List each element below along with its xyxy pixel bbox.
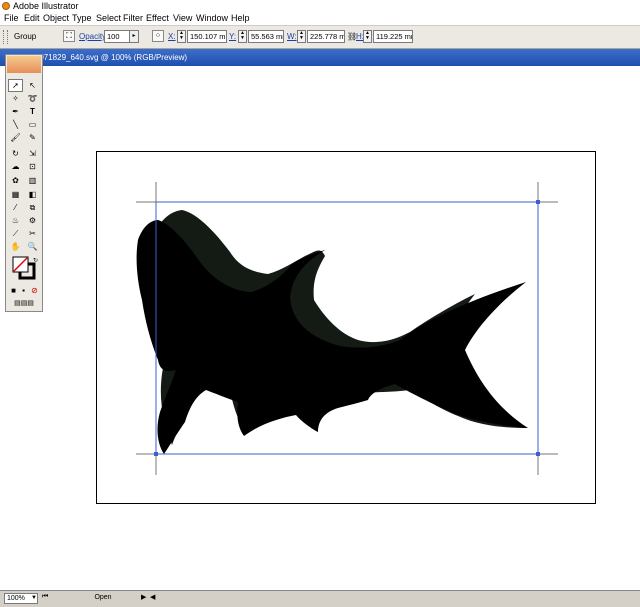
y-stepper[interactable]: ▲ ▼: [238, 30, 247, 43]
document-title: te-971829_640.svg @ 100% (RGB/Preview): [30, 53, 188, 62]
artwork-layer: [136, 182, 558, 475]
gradient-tool-icon[interactable]: ◧: [26, 189, 39, 200]
selection-handle-top-right[interactable]: [536, 200, 540, 204]
ai-logo-icon: [2, 2, 10, 10]
canvas[interactable]: [0, 66, 640, 590]
free-transform-icon[interactable]: ⊡: [26, 161, 39, 172]
menu-select[interactable]: Select: [96, 13, 121, 23]
page-nav-icon[interactable]: ⏮: [42, 593, 48, 601]
menu-help[interactable]: Help: [231, 13, 250, 23]
y-field[interactable]: 55.563 mm: [248, 30, 284, 43]
h-stepper[interactable]: ▲ ▼: [363, 30, 372, 43]
graph-tool-icon[interactable]: ▥: [26, 175, 39, 186]
eyedropper-icon[interactable]: ⁄: [9, 202, 22, 213]
opacity-field[interactable]: 100: [104, 30, 130, 43]
y-label[interactable]: Y:: [229, 32, 236, 41]
menu-type[interactable]: Type: [72, 13, 92, 23]
hand-tool-icon[interactable]: ✋: [9, 241, 22, 252]
menu-effect[interactable]: Effect: [146, 13, 169, 23]
ai-logo-icon: [7, 56, 41, 73]
opacity-dropdown[interactable]: ▸: [130, 30, 139, 43]
x-stepper[interactable]: ▲ ▼: [177, 30, 186, 43]
selection-handle-bottom-right[interactable]: [536, 452, 540, 456]
swap-fill-stroke-icon[interactable]: ↻: [33, 257, 38, 264]
menu-edit[interactable]: Edit: [24, 13, 40, 23]
fill-stroke-swatches: ↻: [12, 256, 38, 280]
scale-tool-icon[interactable]: ⇲: [26, 148, 39, 159]
gradient-mode-icon[interactable]: ▪: [19, 285, 28, 296]
type-tool-icon[interactable]: T: [26, 106, 39, 117]
blend-tool-icon[interactable]: ⧉: [26, 202, 39, 213]
reference-point-icon[interactable]: ⁘: [152, 30, 164, 42]
w-stepper[interactable]: ▲ ▼: [297, 30, 306, 43]
x-label[interactable]: X:: [168, 32, 176, 41]
status-bar: 100% ▼ ⏮ Open ▶ ◀: [0, 590, 640, 607]
color-mode-icon[interactable]: ■: [9, 285, 18, 296]
screen-mode-icon[interactable]: ▤▤▤: [9, 298, 39, 309]
menu-window[interactable]: Window: [196, 13, 228, 23]
status-text: Open: [94, 594, 112, 601]
selection-type-label: Group: [14, 32, 37, 41]
zoom-tool-icon[interactable]: 🔍: [26, 241, 39, 252]
pencil-icon[interactable]: ✎: [26, 132, 39, 143]
menu-view[interactable]: View: [173, 13, 192, 23]
magic-wand-icon[interactable]: ✧: [9, 93, 22, 104]
menu-file[interactable]: File: [4, 13, 19, 23]
slice-tool-icon[interactable]: ⟋: [9, 228, 22, 239]
selection-handle-bottom-left[interactable]: [154, 452, 158, 456]
none-mode-icon[interactable]: ⊘: [30, 285, 39, 296]
h-field[interactable]: 119.225 mm: [373, 30, 413, 43]
direct-selection-tool-icon[interactable]: ↖: [26, 80, 39, 91]
selection-tool-icon[interactable]: ➚: [8, 79, 23, 92]
live-paint-icon[interactable]: ♨: [9, 215, 22, 226]
x-field[interactable]: 150.107 mm: [187, 30, 227, 43]
scroll-left-arrow[interactable]: ◀: [150, 593, 155, 601]
scissors-icon[interactable]: ✂: [26, 228, 39, 239]
rotate-tool-icon[interactable]: ↻: [9, 148, 22, 159]
tools-panel: ➚ ↖ ✧ ➰ ✒ T ╲ ▭ 🖌 ✎ ↻ ⇲ ☁ ⊡ ✿ ▥ ▦ ◧ ⁄ ⧉ …: [5, 54, 43, 312]
app-title: Adobe Illustrator: [13, 1, 79, 11]
menu-filter[interactable]: Filter: [123, 13, 143, 23]
isolate-group-button[interactable]: ⛶: [63, 30, 75, 42]
mesh-tool-icon[interactable]: ▦: [9, 189, 22, 200]
live-paint-selection-icon[interactable]: ⚙: [26, 215, 39, 226]
lasso-icon[interactable]: ➰: [26, 93, 39, 104]
paintbrush-icon[interactable]: 🖌: [9, 132, 22, 143]
w-field[interactable]: 225.778 mm: [307, 30, 345, 43]
status-menu-arrow[interactable]: ▶: [141, 593, 146, 601]
symbol-sprayer-icon[interactable]: ✿: [9, 175, 22, 186]
title-bar: Adobe Illustrator: [0, 0, 640, 12]
w-label[interactable]: W:: [287, 32, 297, 41]
document-title-bar[interactable]: te-971829_640.svg @ 100% (RGB/Preview): [0, 49, 640, 66]
control-bar: Group ⛶ Opacity: 100 ▸ ⁘ X: ▲ ▼ 150.107 m…: [0, 26, 640, 49]
control-bar-grip[interactable]: [3, 30, 8, 44]
line-tool-icon[interactable]: ╲: [9, 119, 22, 130]
menu-bar: File Edit Object Type Select Filter Effe…: [0, 12, 640, 26]
warp-tool-icon[interactable]: ☁: [9, 161, 22, 172]
rectangle-tool-icon[interactable]: ▭: [26, 119, 39, 130]
pen-tool-icon[interactable]: ✒: [9, 106, 22, 117]
menu-object[interactable]: Object: [43, 13, 69, 23]
zoom-dropdown[interactable]: ▼: [30, 593, 38, 604]
